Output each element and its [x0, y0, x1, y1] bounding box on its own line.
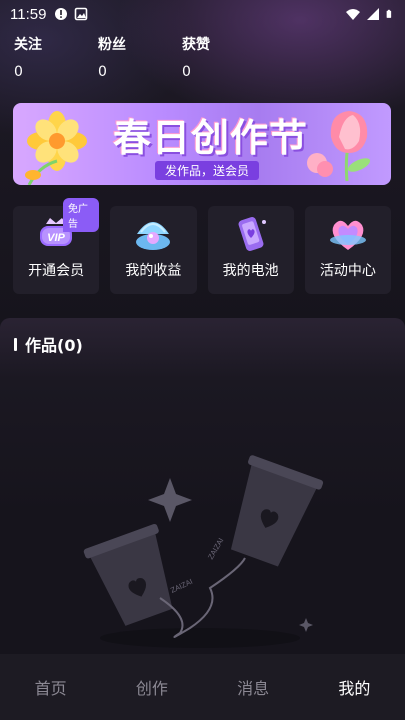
stat-label: 获赞 [182, 37, 210, 53]
heart-gift-icon [329, 220, 366, 250]
empty-state-cups-icon: ZAIZAI ZAIZAI [83, 455, 324, 648]
quick-item-vip[interactable]: 免广告 VIP 开通会员 [13, 198, 100, 294]
ad-free-badge: 免广告 [63, 198, 100, 232]
title-accent-bar [14, 337, 17, 351]
battery-phone-icon [238, 217, 266, 251]
works-header: 作品(0) [14, 332, 83, 356]
battery-icon [386, 9, 392, 18]
quick-item-activity[interactable]: 活动中心 [304, 206, 391, 294]
quick-label: 我的电池 [222, 263, 279, 279]
svg-text:VIP: VIP [47, 232, 65, 244]
stat-value: 0 [98, 64, 107, 80]
quick-label: 活动中心 [319, 263, 376, 279]
alert-icon [55, 8, 68, 20]
stat-following[interactable]: 关注 0 [14, 34, 98, 80]
quick-item-battery[interactable]: 我的电池 [207, 206, 294, 294]
shell-pearl-icon [136, 222, 171, 250]
quick-label: 开通会员 [28, 263, 85, 279]
quick-label: 我的收益 [125, 263, 182, 279]
quick-item-earnings[interactable]: 我的收益 [110, 206, 197, 294]
works-panel: 作品(0) ZAIZAI ZAIZAI [0, 318, 405, 654]
nav-me[interactable]: 我的 [304, 675, 405, 699]
nav-home[interactable]: 首页 [0, 675, 101, 699]
stat-label: 关注 [14, 37, 42, 53]
wifi-icon [346, 9, 360, 20]
signal-icon [367, 8, 379, 20]
nav-create[interactable]: 创作 [101, 675, 202, 699]
promo-banner[interactable]: 春日创作节 发作品，送会员 [13, 103, 391, 185]
quick-actions: 免广告 VIP 开通会员 我的收益 我的电池 活动中心 [13, 198, 391, 294]
stat-label: 粉丝 [98, 37, 126, 53]
svg-text:ZAIZAI: ZAIZAI [207, 537, 226, 561]
stat-value: 0 [182, 64, 191, 80]
banner-title: 春日创作节 [113, 115, 309, 160]
status-time: 11:59 [10, 5, 47, 23]
bottom-nav: 首页 创作 消息 我的 [0, 654, 405, 720]
status-bar: 11:59 [0, 0, 405, 28]
stat-likes[interactable]: 获赞 0 [182, 34, 266, 80]
stat-followers[interactable]: 粉丝 0 [98, 34, 182, 80]
works-title: 作品(0) [25, 336, 83, 355]
nav-messages[interactable]: 消息 [203, 675, 304, 699]
profile-stats: 关注 0 粉丝 0 获赞 0 [14, 34, 266, 80]
svg-text:ZAIZAI: ZAIZAI [169, 578, 193, 595]
flower-icon [25, 111, 87, 185]
banner-subtitle: 发作品，送会员 [155, 161, 260, 180]
image-icon [75, 7, 88, 21]
tulip-icon [307, 111, 371, 182]
stat-value: 0 [14, 64, 23, 80]
